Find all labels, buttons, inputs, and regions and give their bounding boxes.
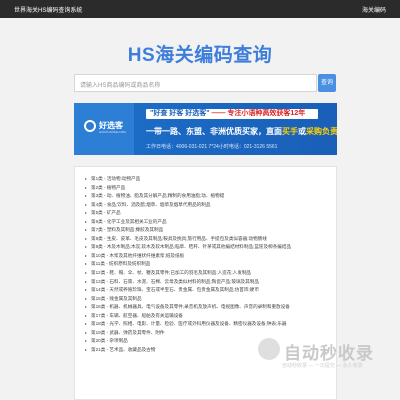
- watermark-subtext: 自动秒收录 — 一次提交 — 永久收录: [282, 363, 363, 369]
- category-item-18[interactable]: 第18类 - 光学、照相、电影、计量、检验、医疗或外科用仪器及设备、精密仪器及设…: [85, 320, 336, 329]
- category-item-2[interactable]: 第2类 - 植物产品: [85, 184, 336, 193]
- category-item-15[interactable]: 第15类 - 贱金属及其制品: [85, 295, 336, 304]
- category-item-3[interactable]: 第3类 - 动、植物油、脂及其分解产品;精制的食用油脂;动、植物蜡: [85, 192, 336, 201]
- category-item-11[interactable]: 第11类 - 纺织原料及纺织制品: [85, 260, 336, 269]
- nav-link-hs-code[interactable]: 海关编码: [362, 5, 386, 14]
- search-button[interactable]: 查询: [318, 74, 336, 92]
- category-list: 第1类 - 活动物;动物产品 第2类 - 植物产品 第3类 - 动、植物油、脂及…: [75, 167, 336, 354]
- category-item-10[interactable]: 第10类 - 木浆及其他纤维状纤维素浆;纸及纸板: [85, 252, 336, 261]
- banner-headline-part4: 采购负责人: [306, 127, 337, 136]
- banner-logo-subtext: HAOXUANKE.COM: [99, 130, 126, 134]
- top-navigation-bar: 世界海关HS编码查询系统 海关编码: [0, 0, 400, 18]
- banner-logo-block: 好选客 HAOXUANKE.COM: [74, 103, 134, 155]
- ad-banner[interactable]: 好选客 HAOXUANKE.COM "好查 好客 好选客" —— 专注小语种高效…: [74, 103, 337, 155]
- banner-headline-part2: 买手: [282, 127, 298, 136]
- site-name-link[interactable]: 世界海关HS编码查询系统: [14, 5, 82, 14]
- category-item-16[interactable]: 第16类 - 机器、机械器具、电气设备及其零件;录音机及放声机、电视图像、声音的…: [85, 303, 336, 312]
- watermark-text: 自动秒收录: [284, 344, 374, 363]
- banner-tagline-part1: "好查 好客 好选客": [150, 110, 210, 117]
- banner-headline-part3: 或: [298, 127, 306, 136]
- watermark-logo-icon: [258, 338, 280, 360]
- category-item-17[interactable]: 第17类 - 车辆、航空器、船舶及有关运输设备: [85, 312, 336, 321]
- category-item-5[interactable]: 第5类 - 矿产品: [85, 209, 336, 218]
- brand-logo-icon: [84, 120, 96, 132]
- category-item-14[interactable]: 第14类 - 天然或养殖珍珠、宝石或半宝石、贵金属、包贵金属及其制品;仿首饰;硬…: [85, 286, 336, 295]
- category-item-4[interactable]: 第4类 - 食品;饮料、酒及醋;烟草、烟草及烟草代用品的制品: [85, 201, 336, 210]
- page-title: HS海关编码查询: [127, 45, 273, 66]
- banner-headline-part1: 一带一路、东盟、非洲优质买家，直面: [146, 127, 282, 136]
- category-item-9[interactable]: 第9类 - 木及木制品;木炭;软木及软木制品;稻草、秸秆、针茅或其他编结材料制品…: [85, 243, 336, 252]
- category-item-7[interactable]: 第7类 - 塑料及其制品;橡胶及其制品: [85, 226, 336, 235]
- category-item-6[interactable]: 第6类 - 化学工业及其相关工业的产品: [85, 218, 336, 227]
- banner-tagline-part2: —— 专注小语种高效获客12年: [209, 110, 306, 117]
- banner-tagline: "好查 好客 好选客" —— 专注小语种高效获客12年: [146, 109, 318, 119]
- watermark: 自动秒收录 自动秒收录 — 一次提交 — 永久收录: [258, 336, 400, 376]
- banner-headline: 一带一路、东盟、非洲优质买家，直面买手或采购负责人: [146, 126, 337, 137]
- category-item-8[interactable]: 第8类 - 生皮、皮革、毛皮及其制品;鞍具及挽具;旅行用品、手提包及类似容器;动…: [85, 235, 336, 244]
- banner-contact-info: 工作日电话：4006-031-021 7*24小时电话：021-3126 556…: [146, 144, 278, 150]
- category-item-12[interactable]: 第12类 - 鞋、帽、伞、杖、鞭及其零件;已加工的羽毛及其制品;人造花;人发制品: [85, 269, 336, 278]
- category-item-1[interactable]: 第1类 - 活动物;动物产品: [85, 175, 336, 184]
- category-item-13[interactable]: 第13类 - 石料、石膏、水泥、石棉、云母及类似材料的制品;陶瓷产品;玻璃及其制…: [85, 278, 336, 287]
- search-input[interactable]: 请输入HS商品编码或商品名称: [74, 74, 317, 92]
